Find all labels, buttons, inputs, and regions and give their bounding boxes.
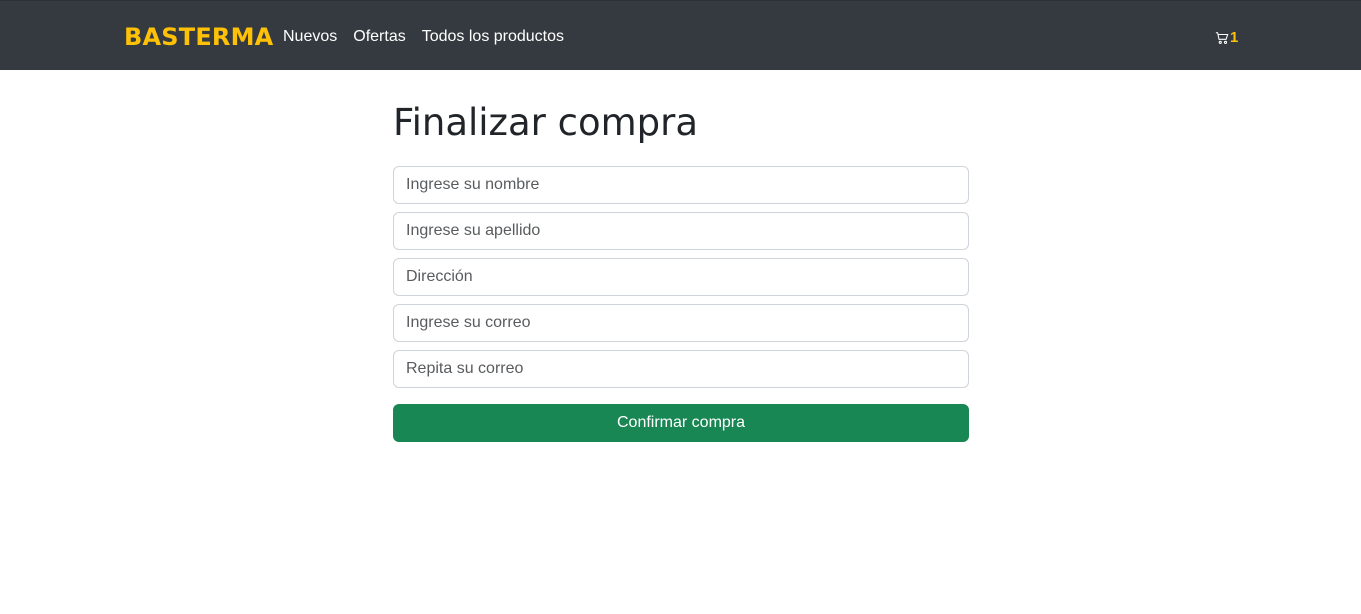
checkout-container: Finalizar compra Confirmar compra	[393, 71, 969, 442]
email-input[interactable]	[393, 304, 969, 342]
cart-button[interactable]: 1	[1215, 28, 1238, 48]
nav-link-ofertas[interactable]: Ofertas	[353, 25, 405, 49]
brand-logo[interactable]: BASTERMA	[124, 21, 273, 53]
cart-icon	[1215, 31, 1229, 45]
confirm-email-input[interactable]	[393, 350, 969, 388]
last-name-input[interactable]	[393, 212, 969, 250]
address-input[interactable]	[393, 258, 969, 296]
first-name-input[interactable]	[393, 166, 969, 204]
confirm-purchase-button[interactable]: Confirmar compra	[393, 404, 969, 442]
nav-link-nuevos[interactable]: Nuevos	[283, 25, 337, 49]
navbar: BASTERMA Nuevos Ofertas Todos los produc…	[0, 0, 1361, 70]
page-title: Finalizar compra	[393, 101, 699, 144]
cart-count-badge: 1	[1230, 29, 1239, 46]
checkout-form: Confirmar compra	[393, 166, 969, 442]
nav-link-todos-los-productos[interactable]: Todos los productos	[422, 25, 564, 49]
nav-links: Nuevos Ofertas Todos los productos	[283, 25, 564, 49]
